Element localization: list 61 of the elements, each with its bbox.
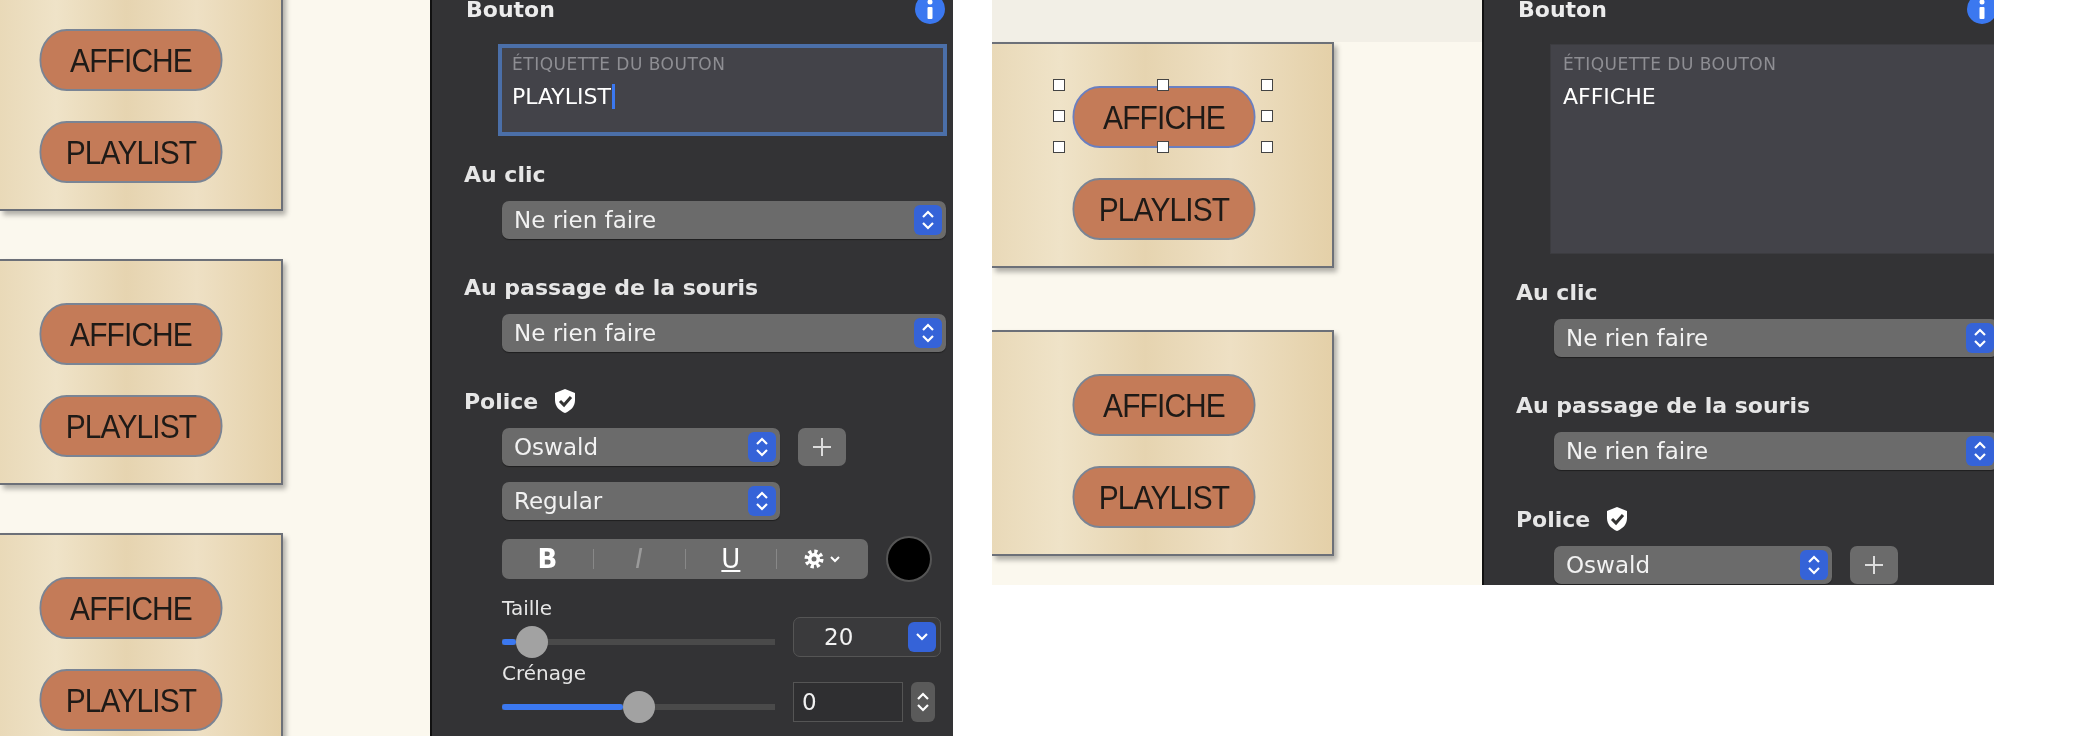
dropdown-select[interactable]: Oswald [502,428,780,466]
section-label: Au passage de la souris [1516,393,1811,418]
resize-handle[interactable] [1261,110,1273,122]
chevrons-icon [914,318,942,348]
add-button[interactable] [1850,546,1898,584]
dropdown-select[interactable]: Ne rien faire [502,201,946,239]
dropdown-select[interactable]: Ne rien faire [1554,319,1994,357]
number-input-field[interactable]: 0 [793,682,903,722]
chevrons-icon [748,432,776,462]
pill-button[interactable]: AFFICHE [1072,86,1256,148]
slider-label: Taille [502,596,554,620]
chevron-down-icon [908,622,936,652]
chevrons-icon [748,486,776,516]
pill-button[interactable]: AFFICHE [1072,374,1256,436]
resize-handle[interactable] [1053,79,1065,91]
panel-title: Bouton [466,0,555,22]
chevrons-icon [1966,323,1994,353]
label-input-field[interactable]: ÉTIQUETTE DU BOUTON PLAYLIST [498,44,947,136]
resize-handle[interactable] [1053,110,1065,122]
resize-handle[interactable] [1053,141,1065,153]
up-down-arrows-icon [916,691,930,713]
dropdown-select[interactable]: Ne rien faire [1554,432,1994,470]
chevrons-icon [1800,550,1828,580]
plus-icon [1864,555,1884,575]
pill-button[interactable]: AFFICHE [39,577,223,639]
resize-handle[interactable] [1261,141,1273,153]
pill-button[interactable]: PLAYLIST [39,669,223,731]
pill-button[interactable]: PLAYLIST [1072,466,1256,528]
slider-thumb[interactable] [622,691,655,723]
bold-button[interactable]: B [502,544,593,574]
resize-handle[interactable] [1261,79,1273,91]
dropdown-select[interactable]: Ne rien faire [502,314,946,352]
resize-handle[interactable] [1157,79,1169,91]
underline-button[interactable]: U [685,544,777,574]
slider-thumb[interactable] [516,626,548,658]
resize-handle[interactable] [1157,141,1169,153]
section-label: Au clic [1516,280,1598,305]
slider-label: Crénage [502,661,587,685]
chevrons-icon [914,205,942,235]
panel-title: Bouton [1518,0,1607,22]
section-label: Au clic [464,162,546,187]
stepper-button[interactable] [911,682,935,722]
section-label: Police [464,388,539,414]
dropdown-select[interactable]: Oswald [1554,546,1832,584]
color-well[interactable] [886,536,932,582]
dropdown-select[interactable]: Regular [502,482,780,520]
pill-button[interactable]: PLAYLIST [39,121,223,183]
add-button[interactable] [798,428,846,466]
info-icon[interactable] [1967,0,1994,24]
info-icon[interactable] [915,0,945,24]
pill-button[interactable]: PLAYLIST [39,395,223,457]
section-label: Police [1516,506,1591,532]
chevrons-icon [1966,436,1994,466]
pill-button[interactable]: AFFICHE [39,29,223,91]
pill-button[interactable]: AFFICHE [39,303,223,365]
slider-fill [502,639,516,645]
pill-button[interactable]: PLAYLIST [1072,178,1256,240]
section-label: Au passage de la souris [464,275,759,300]
number-dropdown[interactable]: 20 [793,617,941,657]
plus-icon [812,437,832,457]
label-input-field[interactable]: ÉTIQUETTE DU BOUTON AFFICHE [1550,44,1994,254]
